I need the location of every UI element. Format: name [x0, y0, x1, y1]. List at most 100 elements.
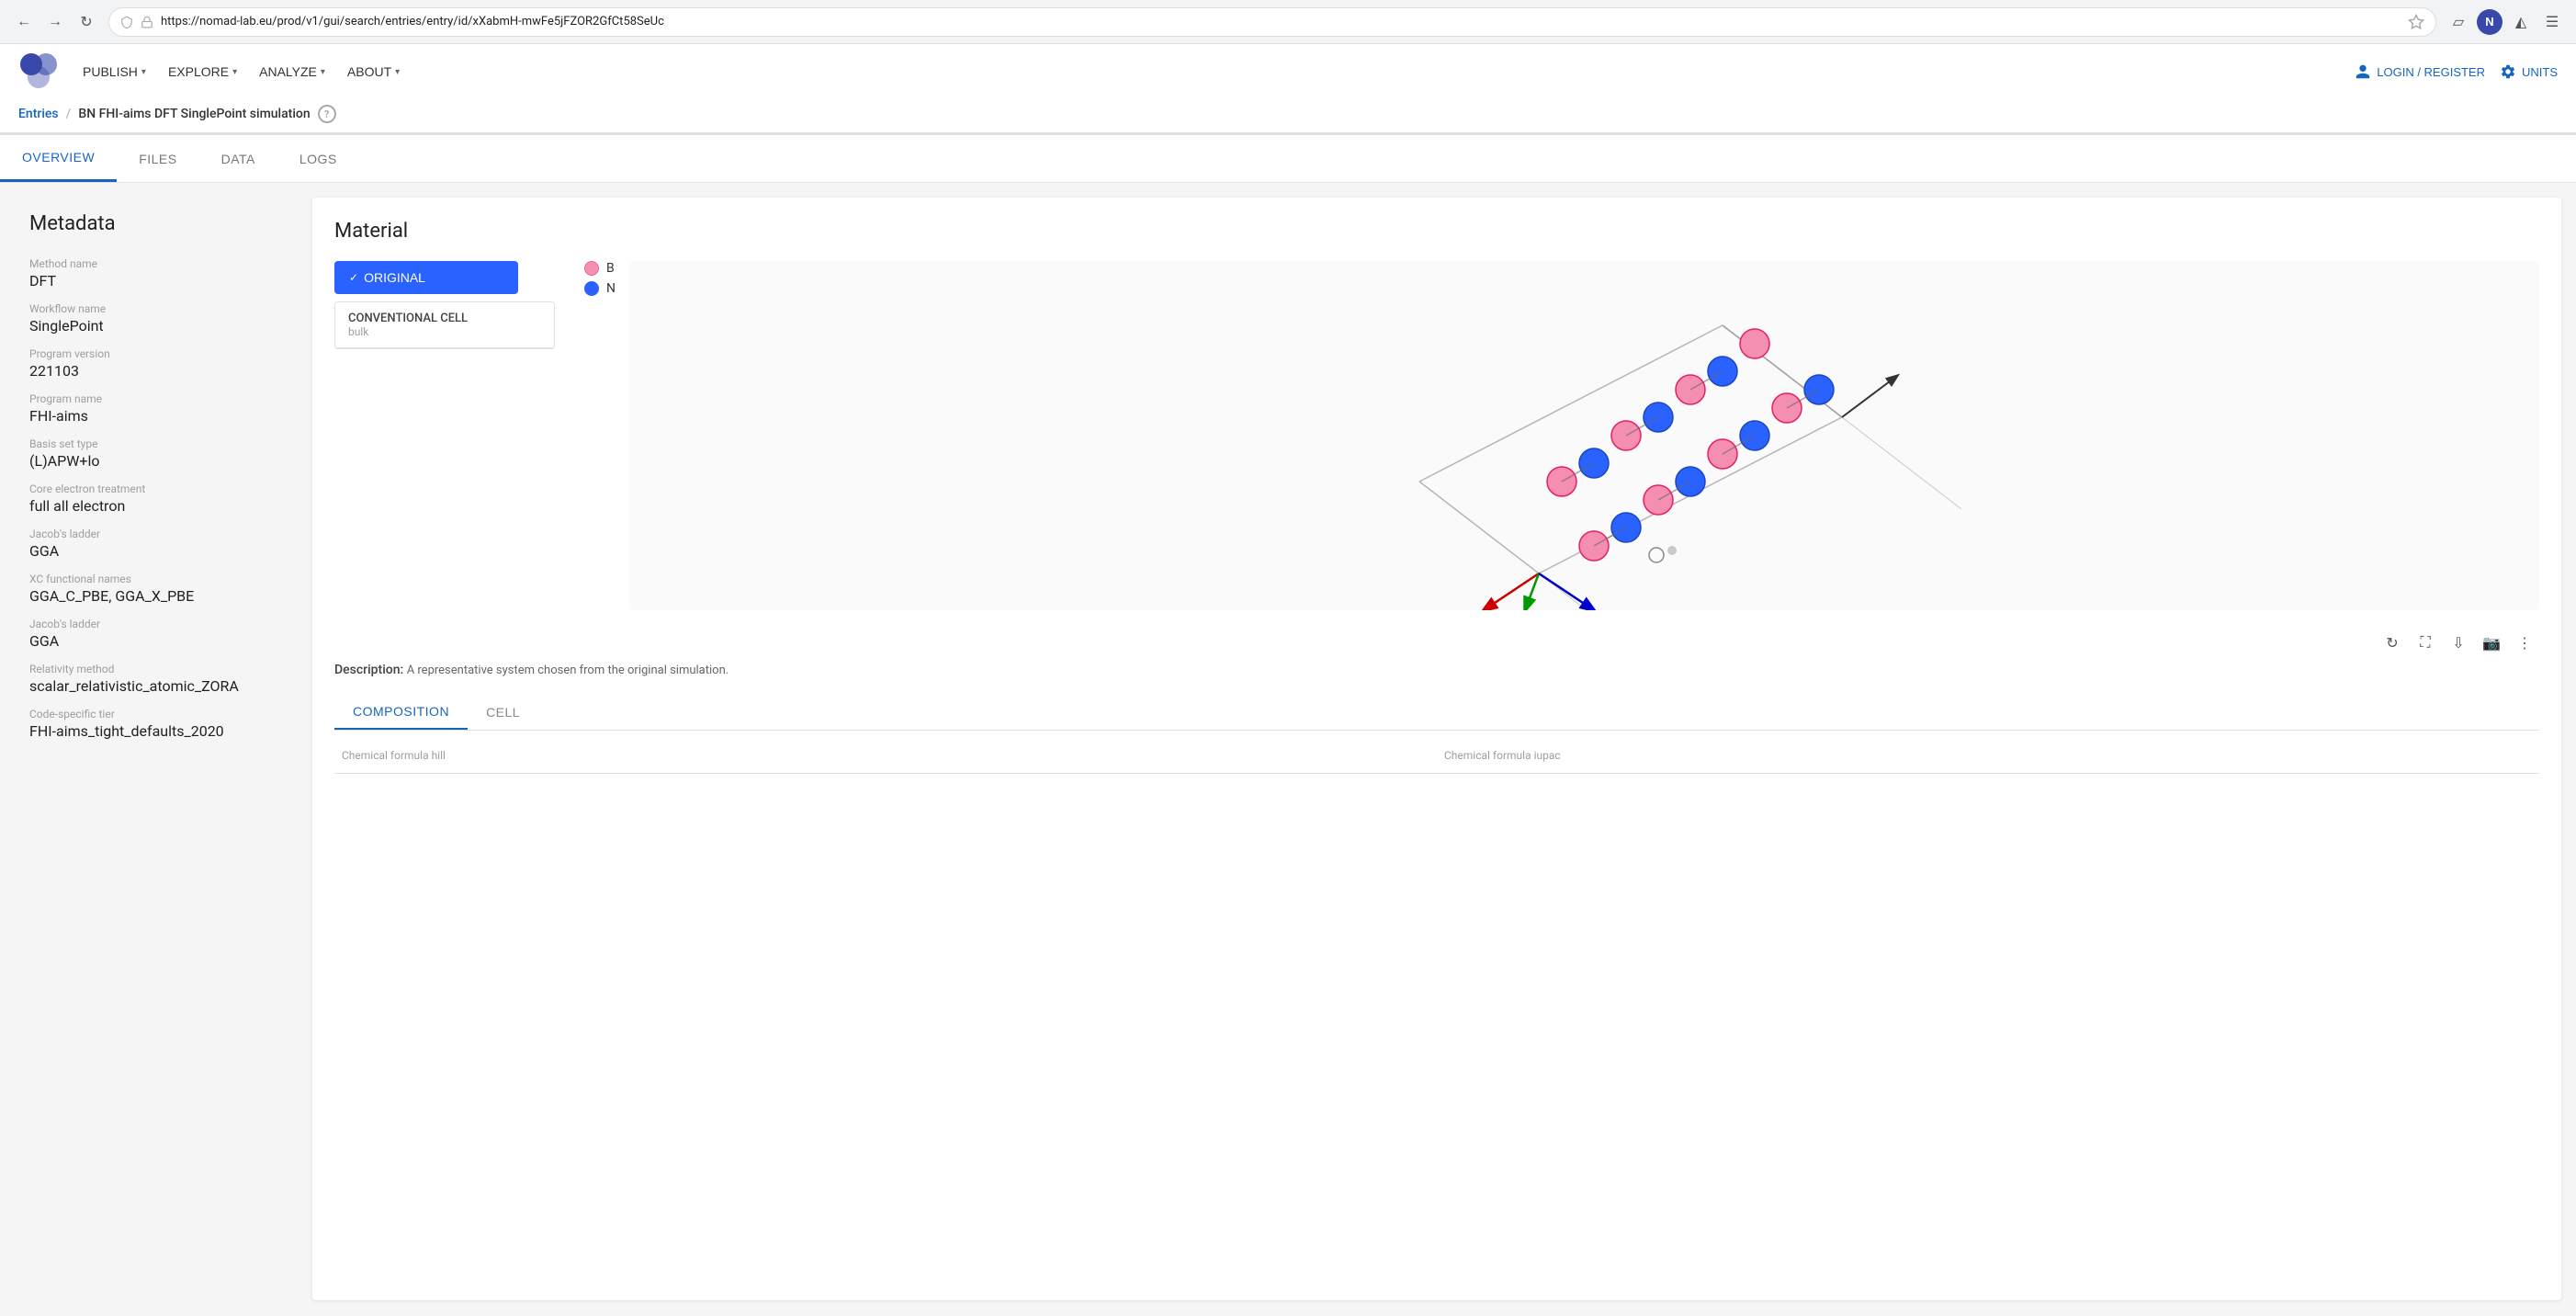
refresh-button[interactable]: ↻ — [73, 9, 99, 35]
account-icon — [2355, 63, 2371, 80]
tab-data[interactable]: DATA — [199, 135, 277, 182]
tab-composition[interactable]: COMPOSITION — [334, 695, 468, 730]
legend-item-n: N — [584, 281, 616, 296]
metadata-value-rel: scalar_relativistic_atomic_ZORA — [29, 677, 283, 695]
extensions-icon[interactable]: ◭ — [2508, 9, 2534, 35]
cell-header-text: CONVENTIONAL CELL — [348, 312, 541, 325]
lock-icon — [141, 16, 153, 28]
metadata-code-tier: Code-specific tier FHI-aims_tight_defaul… — [29, 708, 283, 740]
legend-dot-n — [584, 281, 599, 296]
tab-files[interactable]: FILES — [117, 135, 198, 182]
col-header-formula-hill: Chemical formula hill — [334, 745, 1437, 766]
metadata-value-workflow: SinglePoint — [29, 317, 283, 335]
shield-icon — [120, 16, 133, 28]
browser-nav-buttons: ← → ↻ — [11, 9, 99, 35]
analyze-chevron: ▾ — [321, 67, 325, 77]
pocket-icon[interactable]: ▱ — [2446, 9, 2471, 35]
nav-about[interactable]: ABOUT ▾ — [338, 59, 409, 85]
description-label: Description: — [334, 663, 403, 677]
metadata-jacobs-ladder-2: Jacob's ladder GGA — [29, 618, 283, 650]
legend-dot-b — [584, 261, 599, 276]
metadata-label-tier: Code-specific tier — [29, 708, 283, 720]
legend: B N — [584, 261, 616, 662]
metadata-value-basis: (L)APW+lo — [29, 452, 283, 470]
metadata-method-name: Method name DFT — [29, 257, 283, 289]
crystal-visualization — [630, 261, 2539, 610]
tab-cell[interactable]: CELL — [468, 695, 538, 730]
check-icon: ✓ — [349, 271, 358, 284]
download-button[interactable]: ⇩ — [2444, 629, 2473, 658]
back-button[interactable]: ← — [11, 9, 37, 35]
material-left: ✓ ORIGINAL CONVENTIONAL CELL bulk — [334, 261, 555, 662]
nav-explore[interactable]: EXPLORE ▾ — [159, 59, 246, 85]
metadata-title: Metadata — [29, 212, 283, 235]
menu-icon[interactable]: ☰ — [2539, 9, 2565, 35]
cell-info: CONVENTIONAL CELL bulk — [334, 301, 555, 349]
description-section: Description: A representative system cho… — [334, 662, 2539, 680]
metadata-program-version: Program version 221103 — [29, 347, 283, 380]
units-button[interactable]: UNITS — [2500, 63, 2558, 80]
metadata-relativity: Relativity method scalar_relativistic_at… — [29, 663, 283, 695]
main-content: Metadata Method name DFT Workflow name S… — [0, 183, 2576, 1315]
fullscreen-button[interactable]: ⛶ — [2411, 629, 2440, 658]
explore-chevron: ▾ — [232, 67, 237, 77]
metadata-value-core: full all electron — [29, 497, 283, 515]
breadcrumb-separator: / — [66, 107, 72, 121]
forward-button[interactable]: → — [42, 9, 68, 35]
metadata-core-electron: Core electron treatment full all electro… — [29, 482, 283, 515]
original-button[interactable]: ✓ ORIGINAL — [334, 261, 518, 294]
metadata-label-core: Core electron treatment — [29, 482, 283, 495]
metadata-value-tier: FHI-aims_tight_defaults_2020 — [29, 722, 283, 740]
app-logo[interactable] — [18, 51, 59, 92]
nav-publish[interactable]: PUBLISH ▾ — [73, 59, 155, 85]
metadata-label-progname: Program name — [29, 392, 283, 405]
metadata-basis-set: Basis set type (L)APW+lo — [29, 437, 283, 470]
tab-overview[interactable]: OVERVIEW — [0, 135, 117, 182]
crystal-svg — [630, 261, 2539, 610]
cell-subtext: bulk — [348, 325, 541, 338]
page-tabs: OVERVIEW FILES DATA LOGS — [0, 135, 2576, 183]
star-icon[interactable] — [2408, 14, 2424, 30]
metadata-value-progname: FHI-aims — [29, 407, 283, 425]
metadata-label-workflow: Workflow name — [29, 302, 283, 315]
breadcrumb-home[interactable]: Entries — [18, 107, 59, 121]
bottom-tabs: COMPOSITION CELL — [334, 695, 2539, 731]
nomad-logo — [18, 51, 59, 92]
help-icon[interactable]: ? — [318, 105, 336, 123]
url-text: https://nomad-lab.eu/prod/v1/gui/search/… — [161, 15, 2401, 28]
user-icon[interactable]: N — [2477, 9, 2503, 35]
settings-icon — [2500, 63, 2516, 80]
material-lower: Description: A representative system cho… — [334, 662, 2539, 774]
metadata-value-xc: GGA_C_PBE, GGA_X_PBE — [29, 587, 283, 605]
metadata-value-method: DFT — [29, 272, 283, 289]
browser-chrome: ← → ↻ https://nomad-lab.eu/prod/v1/gui/s… — [0, 0, 2576, 44]
metadata-label-progver: Program version — [29, 347, 283, 360]
address-bar[interactable]: https://nomad-lab.eu/prod/v1/gui/search/… — [108, 7, 2436, 37]
col-header-formula-iupac: Chemical formula iupac — [1437, 745, 2539, 766]
reset-view-button[interactable]: ↻ — [2378, 629, 2407, 658]
metadata-value-jacobs2: GGA — [29, 632, 283, 650]
login-button[interactable]: LOGIN / REGISTER — [2355, 63, 2485, 80]
more-options-button[interactable]: ⋮ — [2510, 629, 2539, 658]
description-text: A representative system chosen from the … — [407, 664, 729, 677]
metadata-label-xc: XC functional names — [29, 573, 283, 585]
browser-actions: ▱ N ◭ ☰ — [2446, 9, 2565, 35]
metadata-xc-functional: XC functional names GGA_C_PBE, GGA_X_PBE — [29, 573, 283, 605]
screenshot-button[interactable]: 📷 — [2477, 629, 2506, 658]
metadata-workflow-name: Workflow name SinglePoint — [29, 302, 283, 335]
breadcrumb-current: BN FHI-aims DFT SinglePoint simulation — [78, 107, 310, 121]
header-actions: LOGIN / REGISTER UNITS — [2355, 63, 2558, 80]
tab-logs[interactable]: LOGS — [277, 135, 359, 182]
nav-analyze[interactable]: ANALYZE ▾ — [250, 59, 334, 85]
logo-area — [18, 51, 59, 92]
material-panel: Material ✓ ORIGINAL CONVENTIONAL CELL bu… — [312, 198, 2561, 1300]
metadata-program-name: Program name FHI-aims — [29, 392, 283, 425]
legend-item-b: B — [584, 261, 616, 276]
breadcrumb-bar: Entries / BN FHI-aims DFT SinglePoint si… — [0, 99, 2576, 134]
metadata-label-jacobs1: Jacob's ladder — [29, 528, 283, 540]
metadata-label-method: Method name — [29, 257, 283, 270]
metadata-label-rel: Relativity method — [29, 663, 283, 675]
metadata-value-progver: 221103 — [29, 362, 283, 380]
metadata-label-basis: Basis set type — [29, 437, 283, 450]
app-header: PUBLISH ▾ EXPLORE ▾ ANALYZE ▾ ABOUT ▾ LO… — [0, 44, 2576, 135]
